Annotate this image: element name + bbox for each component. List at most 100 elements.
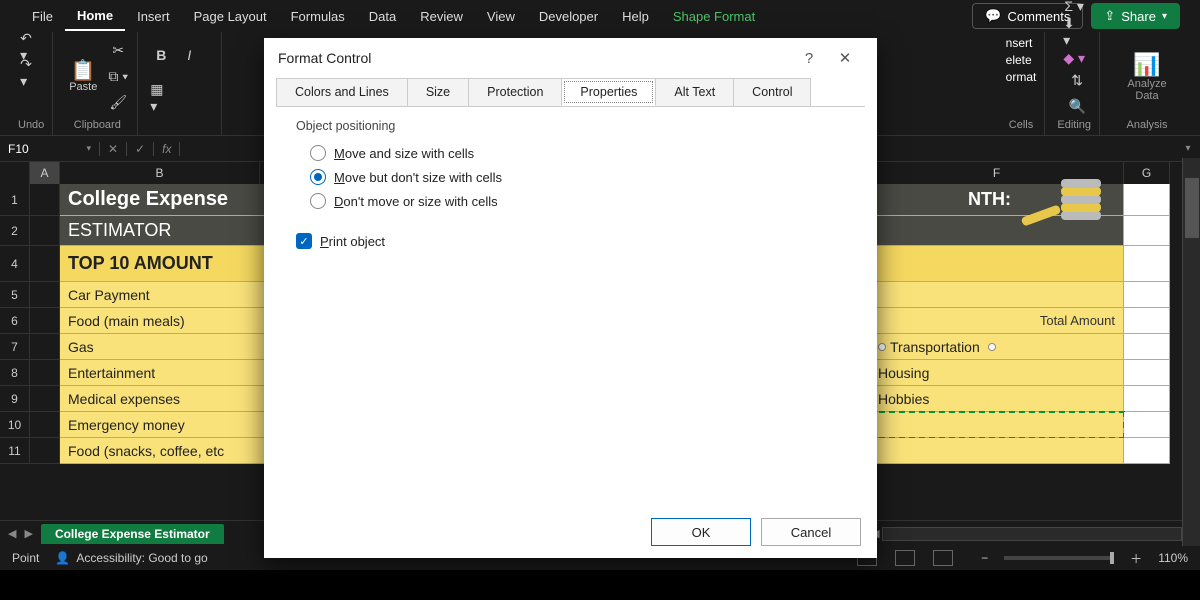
share-button[interactable]: ⇪ Share ▾	[1091, 3, 1180, 29]
menu-review[interactable]: Review	[408, 3, 475, 30]
menu-help[interactable]: Help	[610, 3, 661, 30]
object-positioning-label: Object positioning	[296, 119, 845, 133]
name-box[interactable]: F10 ▾	[0, 142, 100, 156]
cancel-formula-icon[interactable]: ✕	[100, 142, 127, 156]
paste-button[interactable]: 📋 Paste	[65, 57, 101, 97]
ok-button[interactable]: OK	[651, 518, 751, 546]
clear-icon[interactable]: ◆ ▾	[1063, 47, 1085, 69]
tab-protection[interactable]: Protection	[468, 78, 562, 106]
dialog-close-button[interactable]: ✕	[827, 49, 863, 67]
menu-view[interactable]: View	[475, 3, 527, 30]
sheet-nav-prev[interactable]: ◀	[8, 527, 16, 540]
checkbox-transportation[interactable]: Transportation	[878, 339, 996, 355]
row-5[interactable]: 5	[0, 282, 30, 308]
menu-shape-format[interactable]: Shape Format	[661, 3, 767, 30]
menu-formulas[interactable]: Formulas	[279, 3, 357, 30]
horizontal-scrollbar[interactable]	[882, 527, 1182, 541]
delete-button[interactable]: elete	[1006, 53, 1032, 67]
checkbox-housing[interactable]: Housing	[878, 365, 929, 381]
fx-icon[interactable]: fx	[154, 142, 180, 156]
checkbox-label-print: Print object	[320, 234, 385, 249]
sort-filter-icon[interactable]: ⇅	[1066, 69, 1088, 91]
checkbox-hobbies[interactable]: Hobbies	[878, 391, 929, 407]
format-control-dialog: Format Control ? ✕ Colors and Lines Size…	[264, 38, 877, 558]
radio-label-1: Move and size with cells	[334, 146, 474, 161]
bold-icon[interactable]: B	[150, 44, 172, 66]
row-8[interactable]: 8	[0, 360, 30, 386]
selection-handle[interactable]	[988, 343, 996, 351]
clipboard-group-label: Clipboard	[74, 117, 121, 131]
view-page-break-icon[interactable]	[933, 550, 953, 566]
nth-cell[interactable]: NTH:	[870, 184, 1124, 216]
analyze-label2: Data	[1135, 90, 1158, 102]
col-B[interactable]: B	[60, 162, 260, 184]
format-painter-icon[interactable]: 🖌	[107, 92, 129, 114]
radio-label-2: Move but don't size with cells	[334, 170, 502, 185]
accessibility-status[interactable]: 👤 Accessibility: Good to go	[55, 551, 207, 565]
border-icon[interactable]: ▦ ▾	[150, 87, 172, 109]
find-icon[interactable]: 🔍	[1066, 95, 1088, 117]
dialog-help-button[interactable]: ?	[791, 50, 827, 67]
tab-control[interactable]: Control	[733, 78, 811, 106]
zoom-out-icon[interactable]: −	[981, 551, 988, 565]
tab-size[interactable]: Size	[407, 78, 469, 106]
format-button[interactable]: ormat	[1006, 70, 1037, 84]
zoom-slider[interactable]	[1004, 556, 1114, 560]
tab-alt-text[interactable]: Alt Text	[655, 78, 734, 106]
tab-colors-lines[interactable]: Colors and Lines	[276, 78, 408, 106]
radio-move-size[interactable]: Move and size with cells	[296, 141, 845, 165]
sheet-nav-next[interactable]: ▶	[24, 527, 32, 540]
menu-insert[interactable]: Insert	[125, 3, 182, 30]
insert-button[interactable]: nsert	[1006, 36, 1033, 50]
dialog-title: Format Control	[278, 50, 791, 66]
ribbon-editing-group: Σ ▾ ⬇ ▾ ◆ ▾ ⇅ 🔍 Editing	[1049, 32, 1100, 135]
col-A[interactable]: A	[30, 162, 60, 184]
row-11[interactable]: 11	[0, 438, 30, 464]
copy-icon[interactable]: ⧉ ▾	[107, 66, 129, 88]
legend-hobbies: Hobbies	[878, 391, 929, 407]
fill-icon[interactable]: ⬇ ▾	[1063, 21, 1085, 43]
col-G[interactable]: G	[1124, 162, 1170, 184]
sheet-tab-active[interactable]: College Expense Estimator	[41, 524, 224, 544]
cells-group-label: Cells	[1009, 117, 1033, 131]
radio-move-no-size[interactable]: Move but don't size with cells	[296, 165, 845, 189]
cut-icon[interactable]: ✂	[107, 40, 129, 62]
accessibility-label: Accessibility: Good to go	[76, 551, 207, 565]
accept-formula-icon[interactable]: ✓	[127, 142, 154, 156]
selected-cell-f10[interactable]	[870, 412, 1124, 438]
row-7[interactable]: 7	[0, 334, 30, 360]
row-1[interactable]: 1	[0, 184, 30, 216]
row-10[interactable]: 10	[0, 412, 30, 438]
radio-icon-selected	[310, 169, 326, 185]
dialog-titlebar[interactable]: Format Control ? ✕	[264, 38, 877, 78]
row-6[interactable]: 6	[0, 308, 30, 334]
menu-data[interactable]: Data	[357, 3, 408, 30]
radio-dont-move[interactable]: Don't move or size with cells	[296, 189, 845, 213]
view-page-layout-icon[interactable]	[895, 550, 915, 566]
zoom-level[interactable]: 110%	[1158, 551, 1188, 565]
selection-handle[interactable]	[878, 343, 886, 351]
menu-page-layout[interactable]: Page Layout	[182, 3, 279, 30]
radio-label-3: Don't move or size with cells	[334, 194, 498, 209]
menu-home[interactable]: Home	[65, 2, 125, 31]
zoom-in-icon[interactable]: ＋	[1130, 550, 1142, 567]
vertical-scrollbar[interactable]	[1182, 158, 1200, 546]
checkbox-icon-checked: ✓	[296, 233, 312, 249]
cancel-button[interactable]: Cancel	[761, 518, 861, 546]
formula-collapse-icon[interactable]: ▾	[1176, 143, 1200, 154]
select-all-corner[interactable]	[0, 162, 30, 184]
undo-icon[interactable]: ↶ ▾	[20, 36, 42, 58]
analysis-group-label: Analysis	[1127, 117, 1168, 131]
row-9[interactable]: 9	[0, 386, 30, 412]
tab-properties[interactable]: Properties	[561, 78, 656, 106]
ribbon-font-group: B I ▦ ▾	[142, 32, 222, 135]
menu-developer[interactable]: Developer	[527, 3, 610, 30]
menu-file[interactable]: File	[20, 3, 65, 30]
radio-icon	[310, 193, 326, 209]
analyze-data-button[interactable]: 📊 Analyze Data	[1112, 47, 1182, 107]
checkbox-print-object[interactable]: ✓ Print object	[296, 229, 845, 253]
row-2[interactable]: 2	[0, 216, 30, 246]
row-4[interactable]: 4	[0, 246, 30, 282]
italic-icon[interactable]: I	[178, 44, 200, 66]
redo-icon[interactable]: ↷ ▾	[20, 62, 42, 84]
